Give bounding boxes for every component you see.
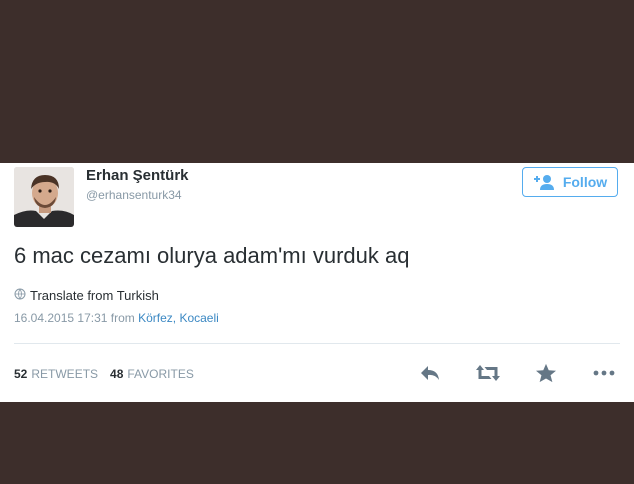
from-word: from [110,311,135,325]
more-icon[interactable] [590,361,618,385]
reply-icon[interactable] [416,361,444,385]
globe-icon [14,288,26,303]
location-link[interactable]: Körfez, Kocaeli [138,311,219,325]
translate-label: Translate from Turkish [30,288,159,303]
favorite-star-icon[interactable] [532,361,560,385]
tweet-actions [416,361,620,385]
favorites-count[interactable]: 48 [110,367,123,381]
user-handle[interactable]: @erhansenturk34 [86,188,182,202]
retweets-count[interactable]: 52 [14,367,27,381]
divider [14,343,620,344]
retweets-label[interactable]: RETWEETS [31,367,98,381]
tweet-text: 6 mac cezamı olurya adam'mı vurduk aq [14,243,410,268]
tweet-card: Erhan Şentürk @erhansenturk34 Follow 6 m… [0,163,634,402]
follow-button[interactable]: Follow [522,167,618,197]
tweet-metadata: 16.04.2015 17:31 from Körfez, Kocaeli [14,311,219,325]
avatar[interactable] [14,167,74,227]
timestamp[interactable]: 16.04.2015 17:31 [14,311,107,325]
translate-link[interactable]: Translate from Turkish [14,288,159,303]
follow-label: Follow [562,174,608,190]
display-name[interactable]: Erhan Şentürk [86,167,189,184]
follow-person-icon [533,174,555,190]
favorites-label[interactable]: FAVORITES [127,367,193,381]
retweet-icon[interactable] [474,361,502,385]
tweet-stats: 52 RETWEETS 48 FAVORITES [14,367,194,381]
